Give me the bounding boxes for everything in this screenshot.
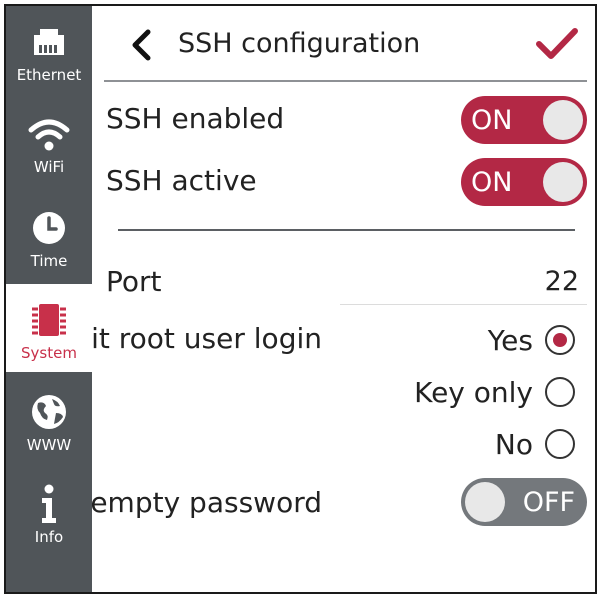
app-frame: Ethernet WiFi Time System WWW Info SSH c…	[4, 4, 597, 594]
toggle-knob	[465, 482, 505, 522]
section-divider	[118, 229, 575, 231]
ssh-enabled-toggle[interactable]: ON	[461, 96, 587, 144]
ethernet-icon	[31, 20, 67, 64]
root-login-option-yes[interactable]: Yes	[488, 322, 575, 358]
toggle-knob	[543, 100, 583, 140]
page-title: SSH configuration	[178, 28, 421, 59]
empty-password-label: Permit empty password	[92, 486, 322, 519]
radio-button[interactable]	[545, 429, 575, 459]
sidebar-item-system[interactable]: System	[6, 284, 92, 372]
root-login-label-text: Permit root user login	[92, 322, 322, 355]
root-login-option-no[interactable]: No	[495, 426, 575, 462]
ssh-enabled-label: SSH enabled	[106, 102, 285, 135]
sidebar-item-label: Ethernet	[16, 66, 82, 84]
sidebar-item-ethernet[interactable]: Ethernet	[6, 6, 92, 94]
ssh-active-label: SSH active	[106, 164, 257, 197]
confirm-button[interactable]	[535, 26, 579, 62]
sidebar-item-label: System	[21, 344, 77, 362]
sidebar-item-time[interactable]: Time	[6, 192, 92, 280]
port-label: Port	[106, 265, 162, 298]
sidebar-item-label: WWW	[26, 436, 72, 454]
empty-password-label-text: Permit empty password	[92, 486, 322, 519]
radio-button[interactable]	[545, 325, 575, 355]
sidebar-item-info[interactable]: Info	[6, 468, 92, 556]
empty-password-toggle[interactable]: OFF	[461, 478, 587, 526]
checkmark-icon	[536, 28, 578, 59]
port-input[interactable]: 22	[545, 266, 579, 297]
header-divider	[104, 80, 587, 82]
sidebar-item-www[interactable]: WWW	[6, 376, 92, 464]
radio-label: No	[494, 427, 533, 461]
toggle-state-label: ON	[471, 167, 513, 198]
toggle-state-label: OFF	[522, 487, 575, 518]
sidebar-item-label: Time	[30, 252, 68, 270]
toggle-state-label: ON	[471, 105, 513, 136]
sidebar-item-label: WiFi	[33, 158, 65, 176]
back-button[interactable]	[126, 28, 156, 62]
radio-label: Key only	[414, 375, 533, 409]
sidebar-item-label: Info	[34, 528, 64, 546]
globe-icon	[30, 390, 68, 434]
chevron-left-icon	[132, 29, 151, 61]
port-input-underline	[340, 304, 587, 305]
wifi-icon	[27, 112, 71, 156]
sidebar-item-wifi[interactable]: WiFi	[6, 98, 92, 186]
sidebar: Ethernet WiFi Time System WWW Info	[6, 6, 92, 592]
radio-label: Yes	[487, 323, 533, 357]
chip-icon	[29, 298, 69, 342]
info-icon	[37, 482, 61, 526]
toggle-knob	[543, 162, 583, 202]
ssh-active-toggle[interactable]: ON	[461, 158, 587, 206]
main-panel: SSH configuration SSH enabled ON SSH act…	[92, 6, 595, 592]
radio-button[interactable]	[545, 377, 575, 407]
root-login-option-key-only[interactable]: Key only	[414, 374, 575, 410]
header: SSH configuration	[92, 6, 595, 80]
root-login-label: Permit root user login	[92, 322, 322, 355]
clock-icon	[31, 206, 67, 250]
